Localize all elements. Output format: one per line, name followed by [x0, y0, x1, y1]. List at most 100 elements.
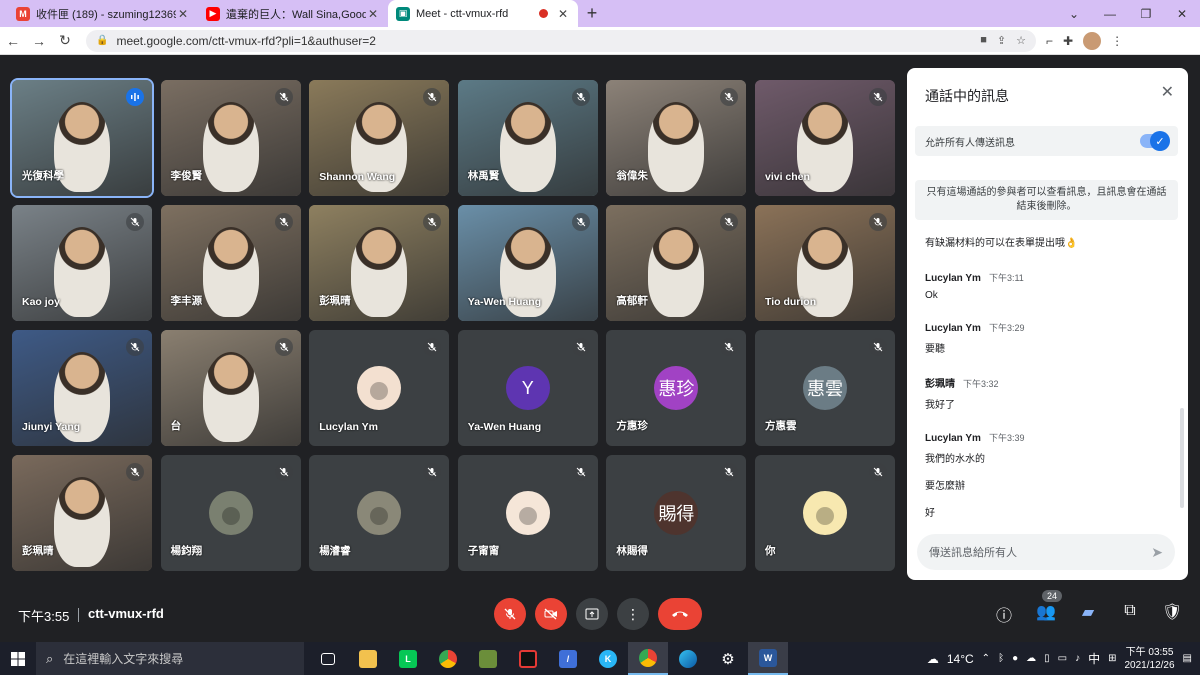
- ime-indicator[interactable]: 中: [1088, 650, 1100, 667]
- camera-off-button[interactable]: [535, 598, 567, 630]
- tab-title: Meet - ctt-vmux-rfd: [416, 7, 509, 20]
- participant-tile[interactable]: 台: [160, 330, 301, 446]
- chat-icon[interactable]: ▰: [1078, 602, 1098, 626]
- participant-tile[interactable]: 光復科學: [10, 78, 154, 198]
- chevron-up-icon[interactable]: ⌃: [982, 653, 990, 664]
- chat-input[interactable]: 傳送訊息給所有人 ➤: [917, 534, 1175, 570]
- meet-control-bar: 下午3:55 ctt-vmux-rfd ⋮ ⓘ 👥 24 ▰ ⧉ 🛡: [0, 590, 1200, 638]
- participant-name: 光復科學: [22, 170, 64, 182]
- taskbar-search[interactable]: ⌕ 在這裡輸入文字來搜尋: [36, 642, 304, 675]
- settings-button[interactable]: ⚙: [708, 642, 748, 675]
- tab-close-icon[interactable]: ✕: [176, 7, 190, 21]
- participant-tile[interactable]: 惠雲 方惠雲: [755, 330, 895, 446]
- browser-tab[interactable]: ▣ Meet - ctt-vmux-rfd ✕: [388, 0, 578, 27]
- extension-icon[interactable]: ⌐: [1046, 34, 1053, 48]
- new-tab-button[interactable]: +: [578, 0, 606, 27]
- chrome-button[interactable]: [428, 642, 468, 675]
- input-mode-icon[interactable]: ⊞: [1108, 653, 1116, 664]
- participant-tile[interactable]: 林禹賢: [457, 80, 598, 196]
- participant-tile[interactable]: 賜得 林賜得: [606, 455, 747, 571]
- app-blue-button[interactable]: /: [548, 642, 588, 675]
- usb-icon[interactable]: ▯: [1044, 653, 1050, 664]
- bookmark-star-icon[interactable]: ☆: [1016, 34, 1026, 47]
- menu-icon[interactable]: ⋮: [1111, 34, 1123, 48]
- more-options-button[interactable]: ⋮: [617, 598, 649, 630]
- chat-panel: 通話中的訊息 ✕ 允許所有人傳送訊息 ✓ 只有這場通話的參與者可以查看訊息，且訊…: [907, 68, 1188, 580]
- clock[interactable]: 下午 03:55 2021/12/26: [1124, 646, 1174, 672]
- bluetooth-icon[interactable]: ᛒ: [998, 653, 1004, 664]
- participant-tile[interactable]: 高郁軒: [606, 205, 747, 321]
- participant-tile[interactable]: 子甯甯: [457, 455, 598, 571]
- participant-tile[interactable]: 翁偉朱: [606, 80, 747, 196]
- notification-icon[interactable]: ▤: [1183, 653, 1192, 664]
- participant-tile[interactable]: Jiunyi Yang: [12, 330, 152, 446]
- maximize-button[interactable]: ❐: [1128, 0, 1164, 27]
- info-icon[interactable]: ⓘ: [994, 602, 1014, 626]
- participant-name: 林賜得: [616, 545, 648, 557]
- reload-button[interactable]: ↻: [52, 27, 78, 55]
- camera-icon[interactable]: ■: [980, 34, 987, 47]
- participant-name: 高郁軒: [616, 295, 648, 307]
- people-icon[interactable]: 👥 24: [1036, 590, 1062, 626]
- task-view-button[interactable]: [308, 642, 348, 675]
- tray-app-icon[interactable]: ●: [1012, 653, 1018, 664]
- gmail-icon: M: [16, 6, 30, 21]
- file-explorer-button[interactable]: [348, 642, 388, 675]
- forward-button[interactable]: →: [26, 27, 52, 55]
- allow-messages-toggle[interactable]: ✓: [1140, 131, 1170, 151]
- present-button[interactable]: [576, 598, 608, 630]
- url-input[interactable]: 🔒 meet.google.com/ctt-vmux-rfd?pli=1&aut…: [86, 29, 1036, 52]
- network-icon[interactable]: ▭: [1058, 653, 1067, 664]
- app-k-button[interactable]: K: [588, 642, 628, 675]
- edge-button[interactable]: [668, 642, 708, 675]
- person-silhouette: [202, 102, 259, 192]
- close-icon[interactable]: ✕: [1161, 82, 1174, 102]
- onedrive-icon[interactable]: ☁: [1026, 653, 1036, 664]
- participant-tile[interactable]: 彭珮晴: [12, 455, 152, 571]
- start-button[interactable]: [0, 642, 36, 675]
- browser-tab[interactable]: M 收件匣 (189) - szuming12369@ ✕: [8, 0, 198, 27]
- participant-tile[interactable]: 李丰源: [160, 205, 301, 321]
- line-icon: L: [399, 649, 417, 668]
- volume-icon[interactable]: ♪: [1075, 653, 1080, 664]
- tab-search-icon[interactable]: ⌄: [1056, 0, 1092, 27]
- message-text: 有缺漏材料的可以在表單提出哦👌: [925, 238, 1078, 249]
- profile-avatar[interactable]: [1083, 31, 1102, 50]
- participant-tile[interactable]: Lucylan Ym: [309, 330, 450, 446]
- participant-tile[interactable]: Tio durion: [755, 205, 895, 321]
- message-time: 下午3:39: [988, 433, 1025, 443]
- chat-scrollbar[interactable]: [1180, 408, 1184, 508]
- activities-icon[interactable]: ⧉: [1120, 602, 1140, 626]
- share-icon[interactable]: ⇪: [997, 34, 1006, 47]
- participant-tile[interactable]: Shannon Wang: [309, 80, 450, 196]
- chrome-profile-button[interactable]: [628, 642, 668, 675]
- back-button[interactable]: ←: [0, 27, 26, 55]
- participant-tile[interactable]: Y Ya-Wen Huang: [457, 330, 598, 446]
- tab-close-icon[interactable]: ✕: [556, 7, 570, 21]
- line-button[interactable]: L: [388, 642, 428, 675]
- minecraft-button[interactable]: [468, 642, 508, 675]
- app-red-button[interactable]: [508, 642, 548, 675]
- send-icon[interactable]: ➤: [1151, 544, 1163, 561]
- mic-off-button[interactable]: [494, 598, 526, 630]
- participant-tile[interactable]: 楊鈞翔: [160, 455, 301, 571]
- close-window-button[interactable]: ✕: [1164, 0, 1200, 27]
- puzzle-icon[interactable]: ✚: [1063, 34, 1073, 48]
- participant-tile[interactable]: 你: [755, 455, 895, 571]
- minimize-button[interactable]: —: [1092, 0, 1128, 27]
- word-button[interactable]: W: [748, 642, 788, 675]
- participant-tile[interactable]: vivi chen: [755, 80, 895, 196]
- meeting-side-icons: ⓘ 👥 24 ▰ ⧉ 🛡: [994, 590, 1182, 626]
- participant-tile[interactable]: Kao joy: [12, 205, 152, 321]
- leave-call-button[interactable]: [658, 598, 702, 630]
- participant-tile[interactable]: 惠珍 方惠珍: [606, 330, 747, 446]
- weather-icon[interactable]: ☁: [927, 652, 939, 666]
- mic-muted-icon: [126, 463, 144, 481]
- tab-close-icon[interactable]: ✕: [366, 7, 380, 21]
- host-controls-icon[interactable]: 🛡: [1162, 602, 1182, 626]
- participant-tile[interactable]: Ya-Wen Huang: [457, 205, 598, 321]
- participant-tile[interactable]: 李俊賢: [160, 80, 301, 196]
- browser-tab[interactable]: ▶ 遺棄的巨人：Wall Sina,Goodby ✕: [198, 0, 388, 27]
- participant-tile[interactable]: 彭珮晴: [309, 205, 450, 321]
- participant-tile[interactable]: 楊濬睿: [309, 455, 450, 571]
